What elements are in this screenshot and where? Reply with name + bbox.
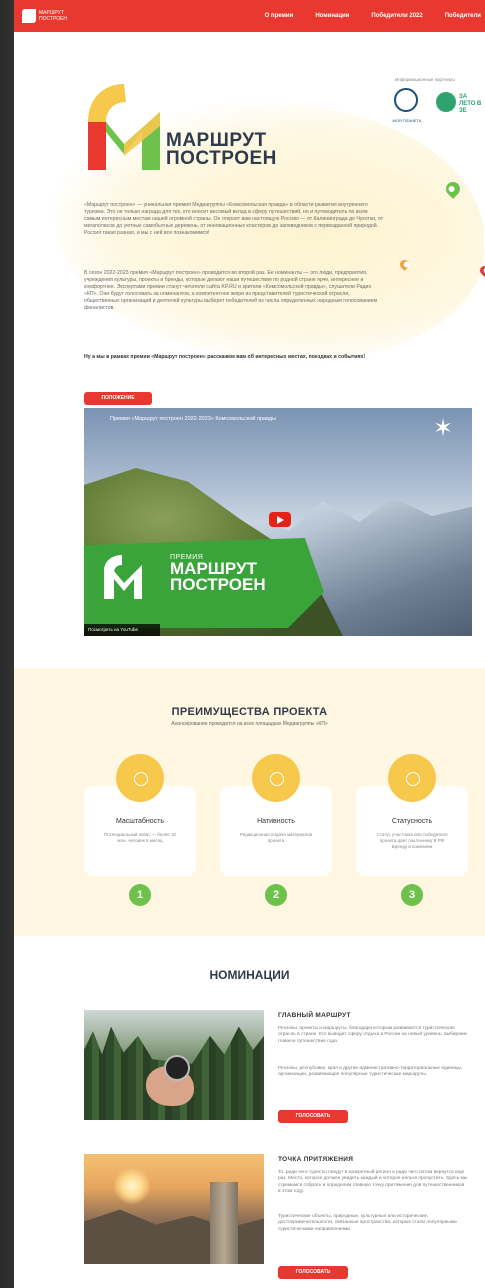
nav-nominations[interactable]: Номинации [315,13,349,19]
vote-button[interactable]: ГОЛОСОВАТЬ [278,1266,348,1279]
logo-mark-icon [22,9,36,23]
nav-about[interactable]: О премии [265,13,294,19]
nomination-desc: Регионы, проекты и маршруты, благодаря к… [278,1026,467,1044]
vote-button[interactable]: ГОЛОСОВАТЬ [278,1110,348,1123]
status-star-icon [388,754,436,802]
nav-winners[interactable]: Победители [445,13,481,19]
award-logo-icon [88,84,160,170]
top-bar: МАРШРУТ ПОСТРОЕН О премии Номинации Побе… [14,0,485,32]
brand-title: МАРШРУТ ПОСТРОЕН [166,131,277,169]
video-title[interactable]: Премия «Маршрут построен 2022-2023» Комс… [110,416,276,422]
logo-text: МАРШРУТ ПОСТРОЕН [39,10,68,22]
main-nav: О премии Номинации Победители 2022 Побед… [265,0,485,32]
partners-title: Информационные партнеры [395,77,455,82]
advantage-desc: Статус участника или победителя проекта … [376,832,448,849]
youtube-play-icon[interactable] [269,512,291,527]
nomination-desc: Туристические объекты, природные, культу… [278,1214,457,1232]
star-icon: ✶ [432,415,454,442]
nav-winners-2022[interactable]: Победители 2022 [371,13,422,19]
video-brand-line-2: ПОСТРОЕН [170,575,266,594]
advantage-number: 3 [401,884,423,906]
regulations-button[interactable]: ПОЛОЖЕНИЕ [84,392,152,405]
advantages-title: ПРЕИМУЩЕСТВА ПРОЕКТА [171,706,328,718]
nativity-icon [252,754,300,802]
intro-paragraph-1: «Маршрут построен» — уникальная премия М… [84,202,384,236]
advantage-number: 1 [129,884,151,906]
nomination-desc: Регионы, республики, края и другие админ… [278,1066,463,1078]
promo-video-player[interactable]: ПРЕМИЯ МАРШРУТ ПОСТРОЕН Премия «Маршрут … [84,408,472,636]
advantage-title: Статусность [391,818,433,825]
landing-page: МАРШРУТ ПОСТРОЕН О премии Номинации Побе… [14,0,485,1288]
hero-section: МАРШРУТ ПОСТРОЕН Информационные партнеры… [14,32,485,412]
compass-forest-photo [84,1010,264,1120]
compass-icon [164,1055,190,1081]
nomination-name: ТОЧКА ПРИТЯЖЕНИЯ [278,1156,354,1163]
site-logo[interactable]: МАРШРУТ ПОСТРОЕН [22,7,68,25]
advantage-desc: Редакционная подача материалов проекта [239,832,313,843]
tower [210,1182,238,1264]
advantage-number: 2 [265,884,287,906]
sun [114,1168,150,1204]
advantages-section: ПРЕИМУЩЕСТВА ПРОЕКТА Анонсирование прово… [14,668,485,936]
advantage-title: Нативность [257,818,295,825]
scale-icon [116,754,164,802]
brand-line-2: ПОСТРОЕН [166,148,277,169]
nomination-name: ГЛАВНЫЙ МАРШРУТ [278,1012,351,1019]
video-logo-icon [104,555,142,599]
nominations-title: НОМИНАЦИИ [209,968,290,982]
partner-2-logo[interactable] [436,92,456,112]
advantage-title: Масштабность [115,818,165,825]
partner-1-label: МОЯ ПЛАНЕТА [392,118,422,123]
watch-on-youtube-link[interactable]: Посмотреть на YouTube [84,624,160,636]
intro-paragraph-3: Ну а мы в рамках премии «Маршрут построе… [84,354,366,360]
nomination-desc: То, ради чего туристы поедут в конкретны… [278,1170,468,1194]
advantage-desc: Потенциальный охват — более 10 млн. чело… [103,832,177,843]
intro-paragraph-2: В сезон 2022-2023 премия «Маршрут постро… [84,270,378,311]
advantages-subtitle: Анонсирование проводится на всех площадк… [171,721,328,727]
tower-sunset-photo [84,1154,264,1264]
partner-moya-planeta-logo[interactable] [394,88,418,112]
video-brand-text: ПРЕМИЯ МАРШРУТ ПОСТРОЕН [170,554,266,593]
partner-2-label: ЗА ЛЕТО В ЗЕ [459,94,482,114]
